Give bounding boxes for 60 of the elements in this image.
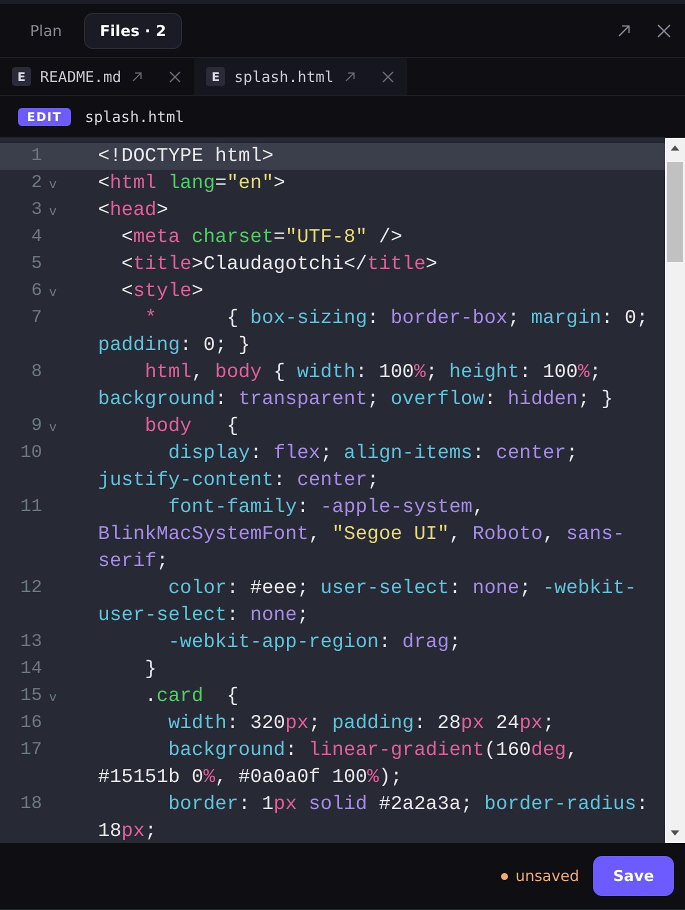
code-line: <head> xyxy=(98,198,170,223)
code-line: <!DOCTYPE html> xyxy=(98,144,275,169)
fold-toggle[interactable]: v xyxy=(49,413,57,440)
mode-badge: EDIT xyxy=(18,108,71,126)
file-tab[interactable]: E splash.html xyxy=(194,58,407,95)
line-number: 5 xyxy=(30,253,42,276)
code-line: width: 320px; padding: 28px 24px; xyxy=(167,711,556,736)
line-number: 12 xyxy=(19,577,42,600)
line-number: 14 xyxy=(19,658,42,681)
line-number: 6 xyxy=(30,280,42,303)
panel-tab[interactable]: Files · 2 xyxy=(84,12,182,48)
code-line: .card { xyxy=(144,684,240,709)
scrollbar[interactable] xyxy=(665,138,685,843)
file-type-badge: E xyxy=(206,67,226,86)
line-number: 15 xyxy=(19,685,42,708)
fold-toggle[interactable]: v xyxy=(49,683,57,710)
line-number: 18 xyxy=(19,793,42,816)
file-tab-name: splash.html xyxy=(234,68,334,86)
scrollbar-thumb[interactable] xyxy=(667,162,683,262)
line-number: 10 xyxy=(19,442,42,465)
close-icon[interactable] xyxy=(380,70,395,84)
code-line: -webkit-app-region: drag; xyxy=(167,630,462,655)
line-number: 2 xyxy=(30,172,42,195)
fold-toggle[interactable]: v xyxy=(49,197,57,224)
line-number: 7 xyxy=(30,307,42,330)
code-line: <html lang="en"> xyxy=(98,171,286,196)
line-number: 9 xyxy=(30,415,42,438)
line-number: 17 xyxy=(19,739,42,762)
status-text: unsaved xyxy=(515,867,580,885)
code-line: color: #eee; user-select: none; -webkit-user-select: none; xyxy=(98,576,638,628)
line-number: 3 xyxy=(30,199,42,222)
code-line: body { xyxy=(144,414,240,439)
file-name: splash.html xyxy=(84,108,184,126)
line-number: 11 xyxy=(19,496,42,519)
code-editor[interactable] xyxy=(0,137,685,843)
save-button[interactable]: Save xyxy=(593,856,674,896)
code-line: font-family: -apple-system, BlinkMacSystemFont, "Segoe UI", Roboto, sans-serif; xyxy=(98,495,626,574)
code-line: <title>Claudagotchi</title> xyxy=(120,252,438,277)
code-line: border: 1px solid #2a2a3a; border-radius: 18px; xyxy=(98,792,650,843)
code-line: background: linear-gradient(160deg, #15151b 0%, #0a0a0f 100%); xyxy=(98,738,579,790)
line-number: 16 xyxy=(19,712,42,735)
line-number: 4 xyxy=(30,226,42,249)
code-line: * { box-sizing: border-box; margin: 0; padding: 0; } xyxy=(98,306,650,358)
open-external-icon[interactable] xyxy=(130,70,144,84)
line-number: 1 xyxy=(30,145,42,168)
status-dot-icon xyxy=(501,872,508,880)
close-icon[interactable] xyxy=(168,70,182,84)
line-number: 13 xyxy=(19,631,42,654)
code-line: display: flex; align-items: center; justify-content: center; xyxy=(98,441,579,493)
code-line: html, body { width: 100%; height: 100%; background: transparent; overflow: hidden; } xyxy=(98,360,614,412)
fold-toggle[interactable]: v xyxy=(49,278,57,305)
file-type-badge: E xyxy=(12,67,31,86)
file-tab-name: README.md xyxy=(40,68,122,86)
line-number: 8 xyxy=(30,361,42,384)
panel-tab[interactable]: Plan xyxy=(14,12,78,48)
fold-toggle[interactable]: v xyxy=(49,170,57,197)
close-icon[interactable] xyxy=(655,22,673,40)
code-line: <meta charset="UTF-8" /> xyxy=(120,225,404,250)
code-line: } xyxy=(144,657,158,682)
code-line: <style> xyxy=(120,279,204,304)
